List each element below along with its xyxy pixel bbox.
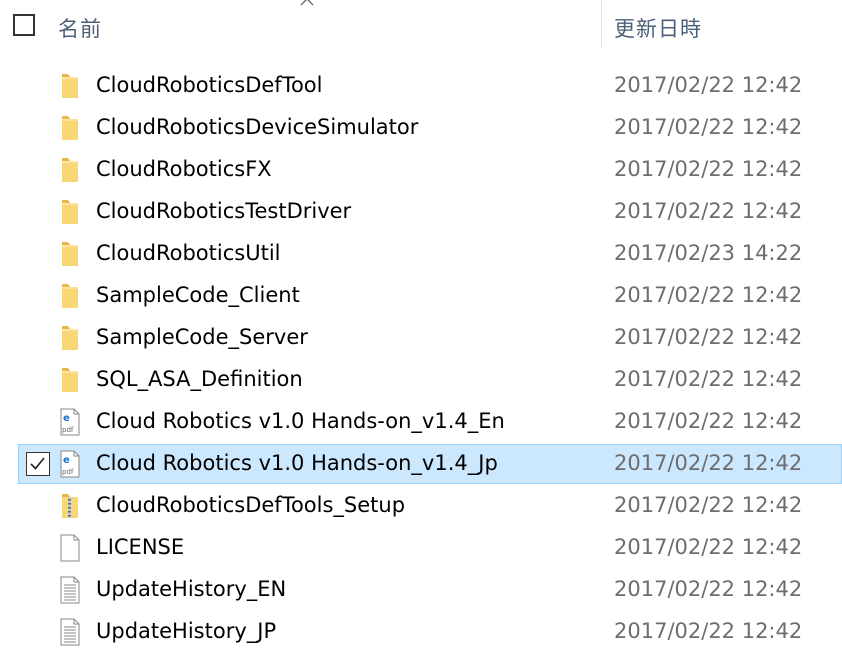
sort-arrow-icon (300, 0, 314, 6)
column-divider[interactable] (601, 0, 602, 48)
svg-text:e: e (63, 455, 70, 466)
file-name[interactable]: CloudRoboticsDeviceSimulator (96, 115, 418, 139)
row-checkbox[interactable] (26, 452, 50, 476)
file-modified-date: 2017/02/22 12:42 (614, 409, 803, 433)
text-file-icon (58, 618, 82, 646)
text-file-icon (58, 576, 82, 604)
file-row[interactable]: CloudRoboticsUtil 2017/02/23 14:22 (0, 234, 842, 276)
folder-icon (58, 366, 82, 394)
file-modified-date: 2017/02/22 12:42 (614, 73, 803, 97)
file-modified-date: 2017/02/22 12:42 (614, 325, 803, 349)
blank-file-icon (58, 534, 82, 562)
file-row[interactable]: CloudRoboticsTestDriver 2017/02/22 12:42 (0, 192, 842, 234)
file-row[interactable]: CloudRoboticsDefTool 2017/02/22 12:42 (0, 66, 842, 108)
date-column-header[interactable]: 更新日時 (614, 13, 702, 43)
file-row[interactable]: LICENSE 2017/02/22 12:42 (0, 528, 842, 570)
file-name[interactable]: CloudRoboticsDefTools_Setup (96, 493, 405, 517)
file-name[interactable]: SQL_ASA_Definition (96, 367, 303, 391)
file-modified-date: 2017/02/23 14:22 (614, 241, 803, 265)
file-modified-date: 2017/02/22 12:42 (614, 157, 803, 181)
folder-icon (58, 156, 82, 184)
file-modified-date: 2017/02/22 12:42 (614, 577, 803, 601)
pdf-file-icon: e pdf (58, 408, 82, 436)
file-modified-date: 2017/02/22 12:42 (614, 535, 803, 559)
select-all-checkbox[interactable] (13, 14, 35, 36)
file-name[interactable]: Cloud Robotics v1.0 Hands-on_v1.4_En (96, 409, 505, 433)
file-row[interactable]: UpdateHistory_EN 2017/02/22 12:42 (0, 570, 842, 612)
pdf-file-icon: e pdf (58, 450, 82, 478)
svg-text:pdf: pdf (62, 468, 74, 476)
file-modified-date: 2017/02/22 12:42 (614, 619, 803, 643)
file-row[interactable]: SampleCode_Server 2017/02/22 12:42 (0, 318, 842, 360)
file-row[interactable]: SampleCode_Client 2017/02/22 12:42 (0, 276, 842, 318)
name-column-header[interactable]: 名前 (58, 13, 102, 43)
file-list: CloudRoboticsDefTool 2017/02/22 12:42 Clo… (0, 66, 842, 654)
file-row[interactable]: CloudRoboticsFX 2017/02/22 12:42 (0, 150, 842, 192)
folder-icon (58, 72, 82, 100)
file-row[interactable]: CloudRoboticsDefTools_Setup 2017/02/22 12… (0, 486, 842, 528)
column-header: 名前 更新日時 (0, 0, 842, 50)
folder-icon (58, 282, 82, 310)
folder-icon (58, 114, 82, 142)
file-row[interactable]: e pdf Cloud Robotics v1.0 Hands-on_v1.4_… (0, 444, 842, 486)
zip-folder-icon (58, 492, 82, 520)
folder-icon (58, 198, 82, 226)
file-modified-date: 2017/02/22 12:42 (614, 451, 803, 475)
file-name[interactable]: Cloud Robotics v1.0 Hands-on_v1.4_Jp (96, 451, 498, 475)
file-modified-date: 2017/02/22 12:42 (614, 367, 803, 391)
folder-icon (58, 324, 82, 352)
file-name[interactable]: UpdateHistory_JP (96, 619, 276, 643)
file-modified-date: 2017/02/22 12:42 (614, 493, 803, 517)
file-modified-date: 2017/02/22 12:42 (614, 199, 803, 223)
file-name[interactable]: CloudRoboticsUtil (96, 241, 281, 265)
svg-text:pdf: pdf (62, 426, 74, 434)
file-row[interactable]: SQL_ASA_Definition 2017/02/22 12:42 (0, 360, 842, 402)
svg-text:e: e (63, 413, 70, 424)
file-row[interactable]: UpdateHistory_JP 2017/02/22 12:42 (0, 612, 842, 654)
folder-icon (58, 240, 82, 268)
file-name[interactable]: LICENSE (96, 535, 184, 559)
file-name[interactable]: CloudRoboticsDefTool (96, 73, 323, 97)
file-name[interactable]: CloudRoboticsTestDriver (96, 199, 351, 223)
file-row[interactable]: e pdf Cloud Robotics v1.0 Hands-on_v1.4_… (0, 402, 842, 444)
file-name[interactable]: SampleCode_Client (96, 283, 300, 307)
file-modified-date: 2017/02/22 12:42 (614, 115, 803, 139)
checkmark-icon (30, 457, 45, 470)
file-name[interactable]: SampleCode_Server (96, 325, 308, 349)
file-row[interactable]: CloudRoboticsDeviceSimulator 2017/02/22 1… (0, 108, 842, 150)
file-name[interactable]: CloudRoboticsFX (96, 157, 272, 181)
file-name[interactable]: UpdateHistory_EN (96, 577, 286, 601)
file-modified-date: 2017/02/22 12:42 (614, 283, 803, 307)
